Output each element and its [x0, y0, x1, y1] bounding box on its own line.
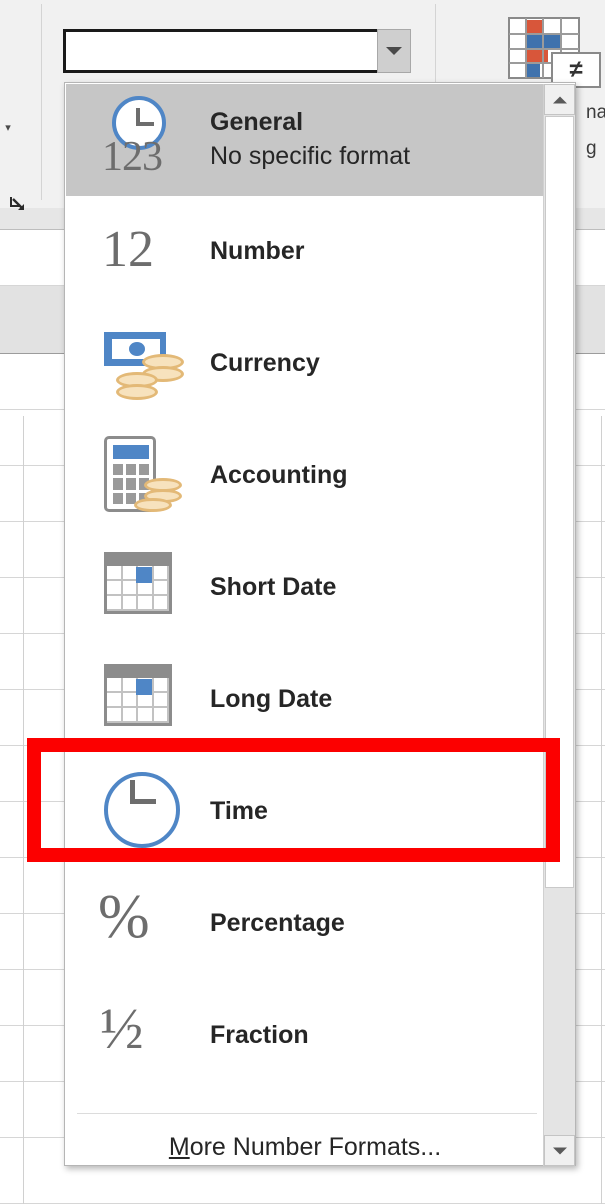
accel-key: M [168, 1132, 190, 1161]
scroll-down-arrow-icon[interactable] [544, 1135, 575, 1166]
clock-icon [98, 764, 194, 860]
menu-item-short-date-text: Short Date [210, 572, 336, 603]
menu-item-short-date[interactable]: Short Date [66, 532, 544, 644]
menu-item-label: Long Date [210, 685, 333, 714]
num-123-glyph: 123 [102, 134, 163, 180]
dialog-box-launcher-icon[interactable] [8, 194, 30, 216]
menu-item-long-date-text: Long Date [210, 684, 332, 715]
number-12-icon: 12 [98, 204, 194, 300]
menu-item-fraction-text: Fraction [210, 1020, 309, 1051]
calendar-icon [98, 652, 194, 748]
worksheet-column-divider [23, 416, 24, 1204]
menu-scrollbar[interactable] [543, 84, 575, 1166]
worksheet-column-divider [601, 416, 602, 1204]
menu-item-label: Number [210, 237, 305, 266]
excel-number-format-screen: ▾ ≠ na g 123 General No specific format … [0, 0, 605, 1204]
more-number-formats-rest: ore Number Formats... [189, 1132, 442, 1161]
calendar-icon [98, 540, 194, 636]
menu-item-number[interactable]: 12 Number [66, 196, 544, 308]
more-number-formats-label: More Number Formats... [169, 1133, 441, 1162]
menu-item-time-text: Time [210, 796, 268, 827]
menu-item-percentage[interactable]: % Percentage [66, 868, 544, 980]
menu-item-fraction[interactable]: ½ Fraction [66, 980, 544, 1092]
fraction-glyph: ½ [100, 996, 144, 1061]
menu-separator [77, 1113, 537, 1114]
menu-item-long-date[interactable]: Long Date [66, 644, 544, 756]
menu-item-label: Currency [210, 349, 320, 378]
menu-item-label: Short Date [210, 573, 337, 602]
menu-item-general[interactable]: 123 General No specific format [66, 84, 544, 196]
menu-item-accounting[interactable]: Accounting [66, 420, 544, 532]
number-format-dropdown-menu: 123 General No specific format 12 Number [64, 82, 576, 1166]
menu-item-currency-text: Currency [210, 348, 320, 379]
styles-label-truncated-2: g [586, 138, 597, 159]
chevron-down-icon [386, 47, 402, 55]
menu-item-label: General [210, 108, 304, 137]
ribbon-group-divider [41, 4, 42, 200]
menu-item-accounting-text: Accounting [210, 460, 348, 491]
menu-item-label: Accounting [210, 461, 348, 490]
scroll-up-arrow-icon[interactable] [544, 84, 575, 115]
banknote-coins-icon [98, 316, 194, 412]
clock-123-icon: 123 [98, 92, 194, 188]
menu-item-number-text: Number [210, 236, 304, 267]
menu-scroll-viewport: 123 General No specific format 12 Number [65, 83, 545, 1127]
num-12-glyph: 12 [102, 221, 154, 278]
calculator-coins-icon [98, 428, 194, 524]
menu-item-percentage-text: Percentage [210, 908, 345, 939]
menu-item-currency[interactable]: Currency [66, 308, 544, 420]
menu-item-label: Time [210, 797, 268, 826]
menu-item-label: Percentage [210, 909, 345, 938]
percent-icon: % [98, 876, 194, 972]
menu-item-time[interactable]: Time [66, 756, 544, 868]
chevron-down-icon[interactable]: ▾ [2, 122, 14, 134]
menu-item-sublabel: No specific format [210, 142, 411, 171]
number-format-dropdown-button[interactable] [377, 29, 411, 73]
menu-item-label: Fraction [210, 1021, 309, 1050]
percent-glyph: % [98, 883, 150, 951]
number-format-combobox[interactable] [63, 29, 408, 73]
menu-item-general-text: General No specific format [210, 107, 410, 173]
scrollbar-thumb[interactable] [545, 116, 574, 888]
fraction-half-icon: ½ [98, 988, 194, 1084]
menu-item-more-number-formats[interactable]: More Number Formats... [66, 1128, 544, 1166]
styles-label-truncated-1: na [586, 102, 605, 123]
